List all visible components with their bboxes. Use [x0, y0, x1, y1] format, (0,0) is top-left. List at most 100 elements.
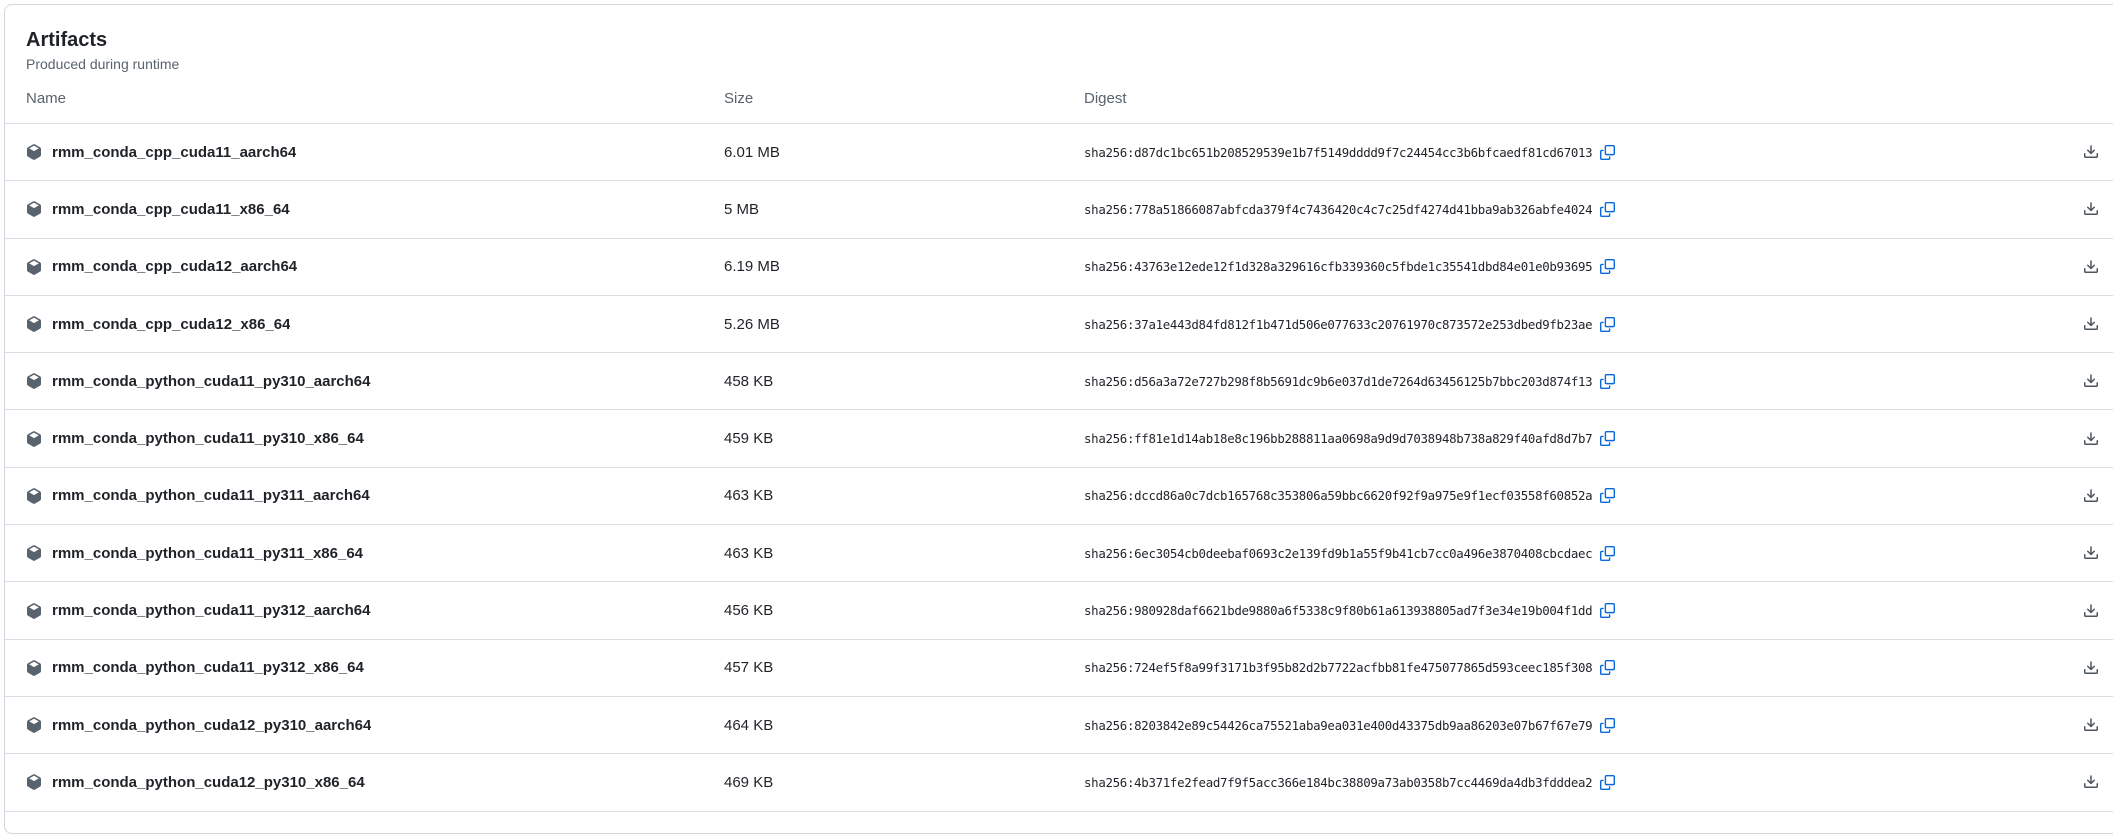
artifact-name-cell: rmm_conda_python_cuda11_py312_x86_64 — [26, 659, 724, 676]
download-artifact-button[interactable] — [2083, 431, 2099, 447]
artifact-digest-cell: sha256:ff81e1d14ab18e8c196bb288811aa0698… — [1084, 431, 2025, 446]
download-artifact-button[interactable] — [2083, 144, 2099, 160]
copy-digest-button[interactable] — [1600, 317, 1615, 332]
artifact-digest-cell: sha256:dccd86a0c7dcb165768c353806a59bbc6… — [1084, 488, 2025, 503]
artifact-name-cell: rmm_conda_python_cuda12_py310_aarch64 — [26, 717, 724, 734]
artifact-digest: sha256:dccd86a0c7dcb165768c353806a59bbc6… — [1084, 488, 1592, 503]
copy-digest-button[interactable] — [1600, 718, 1615, 733]
artifact-row: rmm_conda_python_cuda11_py310_aarch64 45… — [5, 353, 2113, 410]
panel-header: Artifacts Produced during runtime — [5, 5, 2113, 74]
artifact-name-cell: rmm_conda_cpp_cuda11_aarch64 — [26, 144, 724, 161]
copy-icon — [1600, 718, 1615, 733]
artifact-name: rmm_conda_python_cuda11_py312_x86_64 — [52, 659, 364, 676]
copy-digest-button[interactable] — [1600, 202, 1615, 217]
download-artifact-button[interactable] — [2083, 774, 2099, 790]
package-icon — [26, 316, 42, 332]
artifact-name-cell: rmm_conda_python_cuda11_py310_aarch64 — [26, 373, 724, 390]
copy-digest-button[interactable] — [1600, 660, 1615, 675]
download-artifact-button[interactable] — [2083, 603, 2099, 619]
package-icon — [26, 431, 42, 447]
copy-digest-button[interactable] — [1600, 775, 1615, 790]
artifact-name: rmm_conda_python_cuda11_py312_aarch64 — [52, 602, 371, 619]
artifact-digest-cell: sha256:8203842e89c54426ca75521aba9ea031e… — [1084, 718, 2025, 733]
copy-digest-button[interactable] — [1600, 259, 1615, 274]
artifact-size: 463 KB — [724, 487, 1084, 504]
package-icon — [26, 144, 42, 160]
artifact-size: 456 KB — [724, 602, 1084, 619]
download-icon — [2083, 545, 2099, 561]
download-artifact-button[interactable] — [2083, 316, 2099, 332]
copy-icon — [1600, 374, 1615, 389]
package-icon — [26, 373, 42, 389]
artifacts-panel: Artifacts Produced during runtime Name S… — [4, 4, 2113, 834]
download-icon — [2083, 373, 2099, 389]
download-icon — [2083, 660, 2099, 676]
artifact-row: rmm_conda_cpp_cuda11_aarch64 6.01 MB sha… — [5, 124, 2113, 181]
artifact-name: rmm_conda_python_cuda11_py310_x86_64 — [52, 430, 364, 447]
artifact-digest-cell: sha256:778a51866087abfcda379f4c7436420c4… — [1084, 202, 2025, 217]
artifact-name: rmm_conda_cpp_cuda11_aarch64 — [52, 144, 296, 161]
artifact-actions-cell — [2025, 488, 2101, 504]
artifact-actions-cell — [2025, 144, 2101, 160]
copy-icon — [1600, 145, 1615, 160]
artifact-digest: sha256:d87dc1bc651b208529539e1b7f5149ddd… — [1084, 145, 1592, 160]
artifact-digest-cell: sha256:37a1e443d84fd812f1b471d506e077633… — [1084, 317, 2025, 332]
artifact-name-cell: rmm_conda_cpp_cuda11_x86_64 — [26, 201, 724, 218]
artifact-row: rmm_conda_python_cuda11_py310_x86_64 459… — [5, 410, 2113, 467]
artifact-size: 457 KB — [724, 659, 1084, 676]
download-icon — [2083, 431, 2099, 447]
artifact-name-cell: rmm_conda_python_cuda12_py310_x86_64 — [26, 774, 724, 791]
artifact-table-body: rmm_conda_cpp_cuda11_aarch64 6.01 MB sha… — [5, 124, 2113, 812]
package-icon — [26, 201, 42, 217]
artifact-digest-cell: sha256:4b371fe2fead7f9f5acc366e184bc3880… — [1084, 775, 2025, 790]
download-artifact-button[interactable] — [2083, 660, 2099, 676]
download-artifact-button[interactable] — [2083, 717, 2099, 733]
artifact-row: rmm_conda_python_cuda11_py311_aarch64 46… — [5, 468, 2113, 525]
artifact-actions-cell — [2025, 373, 2101, 389]
panel-subtitle: Produced during runtime — [26, 54, 2101, 74]
artifact-name: rmm_conda_cpp_cuda11_x86_64 — [52, 201, 290, 218]
download-artifact-button[interactable] — [2083, 545, 2099, 561]
artifact-row: rmm_conda_cpp_cuda11_x86_64 5 MB sha256:… — [5, 181, 2113, 238]
artifact-actions-cell — [2025, 774, 2101, 790]
artifact-size: 463 KB — [724, 545, 1084, 562]
artifact-actions-cell — [2025, 717, 2101, 733]
artifact-size: 469 KB — [724, 774, 1084, 791]
artifact-name-cell: rmm_conda_cpp_cuda12_aarch64 — [26, 258, 724, 275]
artifact-digest: sha256:6ec3054cb0deebaf0693c2e139fd9b1a5… — [1084, 546, 1592, 561]
download-artifact-button[interactable] — [2083, 259, 2099, 275]
artifact-digest-cell: sha256:6ec3054cb0deebaf0693c2e139fd9b1a5… — [1084, 546, 2025, 561]
artifact-row: rmm_conda_python_cuda11_py312_x86_64 457… — [5, 640, 2113, 697]
copy-icon — [1600, 202, 1615, 217]
copy-digest-button[interactable] — [1600, 145, 1615, 160]
artifact-actions-cell — [2025, 201, 2101, 217]
artifact-size: 5 MB — [724, 201, 1084, 218]
artifact-name-cell: rmm_conda_python_cuda11_py311_aarch64 — [26, 487, 724, 504]
copy-digest-button[interactable] — [1600, 603, 1615, 618]
download-artifact-button[interactable] — [2083, 488, 2099, 504]
artifact-digest: sha256:980928daf6621bde9880a6f5338c9f80b… — [1084, 603, 1592, 618]
download-icon — [2083, 717, 2099, 733]
artifact-digest: sha256:43763e12ede12f1d328a329616cfb3393… — [1084, 259, 1592, 274]
package-icon — [26, 259, 42, 275]
package-icon — [26, 488, 42, 504]
artifact-name: rmm_conda_python_cuda11_py311_x86_64 — [52, 545, 363, 562]
artifact-name: rmm_conda_python_cuda11_py310_aarch64 — [52, 373, 371, 390]
artifact-name: rmm_conda_cpp_cuda12_x86_64 — [52, 316, 290, 333]
copy-icon — [1600, 603, 1615, 618]
copy-digest-button[interactable] — [1600, 374, 1615, 389]
download-artifact-button[interactable] — [2083, 201, 2099, 217]
artifact-size: 459 KB — [724, 430, 1084, 447]
copy-digest-button[interactable] — [1600, 488, 1615, 503]
table-header-row: Name Size Digest — [5, 74, 2113, 124]
download-icon — [2083, 488, 2099, 504]
artifact-digest-cell: sha256:d56a3a72e727b298f8b5691dc9b6e037d… — [1084, 374, 2025, 389]
download-artifact-button[interactable] — [2083, 373, 2099, 389]
copy-digest-button[interactable] — [1600, 431, 1615, 446]
copy-digest-button[interactable] — [1600, 546, 1615, 561]
column-header-digest: Digest — [1084, 90, 2025, 107]
artifact-name-cell: rmm_conda_python_cuda11_py310_x86_64 — [26, 430, 724, 447]
copy-icon — [1600, 431, 1615, 446]
artifact-actions-cell — [2025, 545, 2101, 561]
artifact-digest: sha256:8203842e89c54426ca75521aba9ea031e… — [1084, 718, 1592, 733]
